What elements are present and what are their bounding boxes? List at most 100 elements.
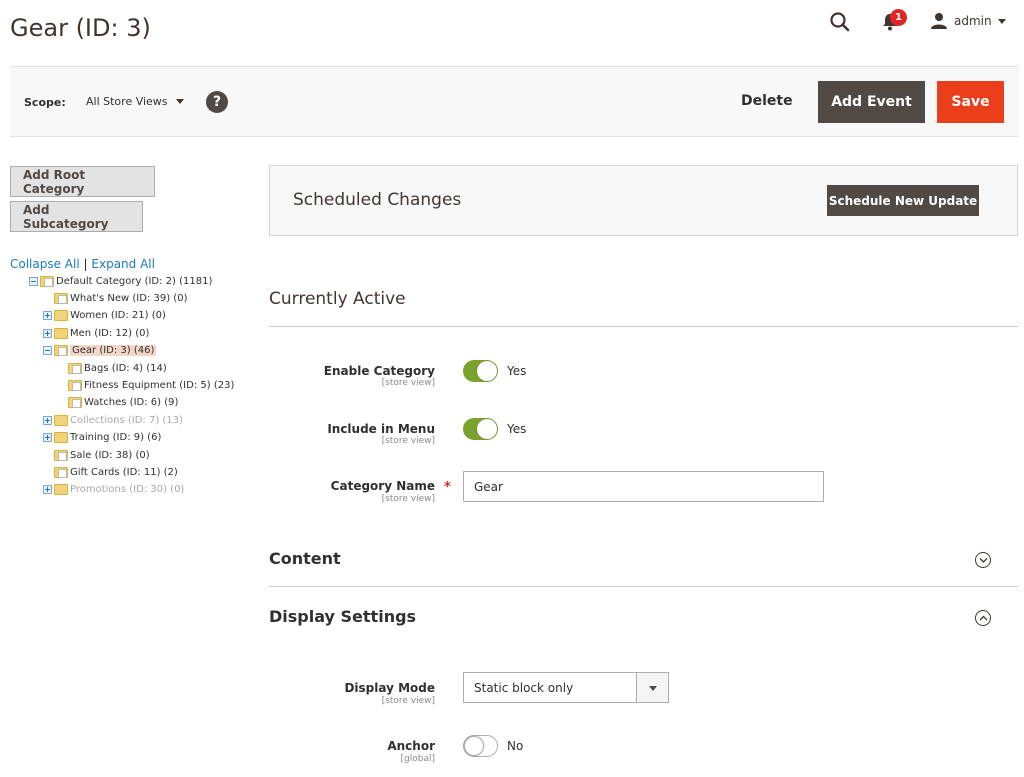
anchor-value: No [507, 739, 524, 753]
folder-icon [54, 432, 68, 444]
content-section-title[interactable]: Content [269, 549, 341, 568]
chevron-down-icon[interactable] [975, 552, 991, 568]
notification-badge: 1 [890, 9, 907, 26]
add-event-button[interactable]: Add Event [818, 81, 925, 123]
folder-icon [54, 327, 68, 339]
category-name-scope: [store view] [381, 494, 435, 504]
scope-value: All Store Views [86, 95, 168, 108]
folder-icon [54, 414, 68, 426]
display-settings-section-title[interactable]: Display Settings [269, 607, 416, 626]
folder-icon [68, 379, 82, 391]
tree-node-label: Gift Cards (ID: 11) (2) [70, 466, 178, 478]
include-in-menu-scope: [store view] [381, 436, 435, 446]
tree-node[interactable]: Training (ID: 9) (6) [43, 430, 161, 446]
category-name-label: Category Name [330, 479, 435, 493]
tree-node[interactable]: Bags (ID: 4) (14) [68, 360, 167, 376]
folder-icon [54, 345, 68, 357]
anchor-label: Anchor [387, 739, 435, 753]
expand-icon[interactable] [43, 311, 52, 321]
folder-icon [54, 310, 68, 322]
anchor-toggle[interactable] [463, 735, 498, 757]
tree-node-label: Sale (ID: 38) (0) [70, 449, 150, 461]
schedule-new-update-button[interactable]: Schedule New Update [827, 185, 979, 216]
user-name: admin [954, 14, 992, 28]
toggle-knob [477, 361, 497, 381]
expand-icon[interactable] [43, 485, 52, 495]
tree-node-label: Women (ID: 21) (0) [70, 310, 166, 322]
display-mode-value: Static block only [474, 681, 574, 695]
scope-bar: Scope: All Store Views ? Delete Add Even… [10, 66, 1019, 137]
notifications-button[interactable]: 1 [876, 9, 912, 33]
add-subcategory-button[interactable]: Add Subcategory [10, 201, 143, 232]
save-button[interactable]: Save [937, 81, 1004, 123]
tree-node-label: Men (ID: 12) (0) [70, 327, 150, 339]
display-mode-select[interactable]: Static block only [463, 672, 669, 703]
category-name-input[interactable] [463, 471, 824, 502]
chevron-up-icon[interactable] [975, 610, 991, 626]
tree-node[interactable]: Gift Cards (ID: 11) (2) [54, 464, 178, 480]
display-mode-scope: [store view] [381, 696, 435, 706]
currently-active-title: Currently Active [269, 289, 406, 309]
enable-category-label: Enable Category [323, 364, 435, 378]
tree-controls: Collapse All | Expand All [10, 257, 155, 271]
display-mode-label: Display Mode [344, 681, 435, 695]
tree-node[interactable]: Watches (ID: 6) (9) [68, 395, 178, 411]
tree-node-label: Bags (ID: 4) (14) [84, 362, 167, 374]
tree-node[interactable]: Collections (ID: 7) (13) [43, 412, 183, 428]
toggle-knob [464, 736, 484, 756]
tree-node-label: Collections (ID: 7) (13) [70, 414, 183, 426]
tree-node[interactable]: Women (ID: 21) (0) [43, 308, 166, 324]
user-icon [931, 13, 947, 29]
tree-node-label: What's New (ID: 39) (0) [70, 292, 188, 304]
divider [269, 326, 1018, 327]
tree-node[interactable]: Promotions (ID: 30) (0) [43, 482, 184, 498]
expand-icon[interactable] [43, 328, 52, 338]
anchor-scope: [global] [400, 754, 435, 764]
user-menu[interactable]: admin [930, 10, 1006, 32]
tree-node-label: Fitness Equipment (ID: 5) (23) [84, 379, 235, 391]
folder-icon [54, 466, 68, 478]
include-in-menu-toggle[interactable] [463, 418, 498, 440]
tree-node-label: Promotions (ID: 30) (0) [70, 484, 185, 496]
include-in-menu-label: Include in Menu [327, 422, 435, 436]
enable-category-toggle[interactable] [463, 360, 498, 382]
enable-category-value: Yes [507, 364, 527, 378]
enable-category-scope: [store view] [381, 378, 435, 388]
page-title: Gear (ID: 3) [10, 14, 151, 42]
tree-node[interactable]: Fitness Equipment (ID: 5) (23) [68, 377, 234, 393]
toggle-knob [477, 419, 497, 439]
folder-icon [54, 292, 68, 304]
tree-node[interactable]: Sale (ID: 38) (0) [54, 447, 150, 463]
expand-icon[interactable] [43, 415, 52, 425]
delete-button[interactable]: Delete [741, 93, 793, 109]
tree-node-label: Default Category (ID: 2) (1181) [56, 275, 213, 287]
scope-label: Scope: [24, 96, 66, 109]
collapse-all-link[interactable]: Collapse All [10, 257, 80, 271]
folder-icon [68, 397, 82, 409]
folder-icon [40, 275, 54, 287]
chevron-down-icon [636, 673, 668, 702]
folder-icon [54, 449, 68, 461]
required-mark: * [444, 480, 451, 495]
add-root-category-button[interactable]: Add Root Category [10, 166, 155, 197]
folder-icon [54, 484, 68, 496]
search-icon[interactable] [826, 8, 854, 36]
tree-node-label: Gear (ID: 3) (46) [70, 345, 157, 357]
include-in-menu-value: Yes [507, 422, 527, 436]
expand-icon[interactable] [43, 433, 52, 443]
chevron-down-icon [175, 99, 184, 104]
tree-node[interactable]: What's New (ID: 39) (0) [54, 290, 187, 306]
scope-switcher[interactable]: All Store Views [86, 95, 184, 108]
tree-node[interactable]: Men (ID: 12) (0) [43, 325, 149, 341]
chevron-down-icon [997, 18, 1006, 24]
folder-icon [68, 362, 82, 374]
expand-all-link[interactable]: Expand All [91, 257, 155, 271]
tree-node-label: Watches (ID: 6) (9) [84, 397, 179, 409]
collapse-icon[interactable] [29, 276, 38, 286]
tree-controls-separator: | [83, 257, 88, 271]
tree-node[interactable]: Default Category (ID: 2) (1181) [29, 273, 212, 289]
divider [269, 586, 1018, 587]
tree-node[interactable]: Gear (ID: 3) (46) [43, 343, 157, 359]
collapse-icon[interactable] [43, 346, 52, 356]
help-icon[interactable]: ? [206, 91, 228, 113]
